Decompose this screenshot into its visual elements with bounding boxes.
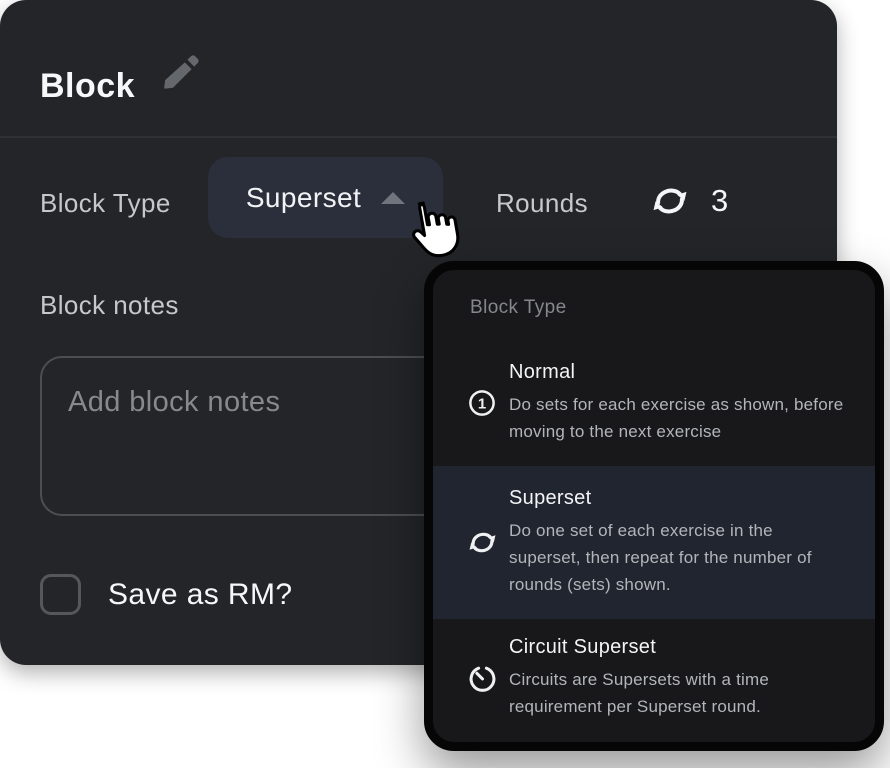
cycle-icon (649, 180, 691, 222)
block-type-value: Superset (246, 182, 361, 214)
save-rm-label: Save as RM? (108, 578, 292, 612)
block-type-menu: Block Type 1 Normal Do sets for each exe… (424, 261, 884, 751)
svg-text:1: 1 (478, 395, 486, 412)
block-type-label: Block Type (40, 188, 171, 219)
screen: Block Block Type Superset Rounds (0, 0, 890, 768)
menu-item-title: Normal (509, 361, 847, 384)
rounds-label: Rounds (496, 188, 588, 219)
cycle-icon (455, 526, 509, 559)
menu-item-superset[interactable]: Superset Do one set of each exercise in … (433, 466, 875, 619)
divider (0, 136, 837, 138)
menu-item-normal[interactable]: 1 Normal Do sets for each exercise as sh… (433, 339, 875, 466)
menu-item-description: Do one set of each exercise in the super… (509, 517, 847, 598)
rounds-value[interactable]: 3 (711, 183, 728, 219)
menu-header: Block Type (470, 297, 875, 319)
hand-pointer-cursor (397, 192, 466, 271)
menu-item-title: Superset (509, 487, 847, 510)
block-notes-label: Block notes (40, 290, 179, 321)
page-title: Block (40, 67, 135, 106)
menu-item-circuit-superset[interactable]: Circuit Superset Circuits are Supersets … (433, 619, 875, 737)
menu-item-description: Do sets for each exercise as shown, befo… (509, 391, 847, 445)
timer-icon (455, 662, 509, 695)
circled-one-icon: 1 (455, 388, 509, 418)
menu-item-title: Circuit Superset (509, 636, 847, 659)
save-rm-checkbox[interactable] (40, 574, 81, 615)
pencil-icon[interactable] (160, 50, 204, 94)
menu-item-description: Circuits are Supersets with a time requi… (509, 666, 847, 720)
menu-options: 1 Normal Do sets for each exercise as sh… (433, 339, 875, 737)
